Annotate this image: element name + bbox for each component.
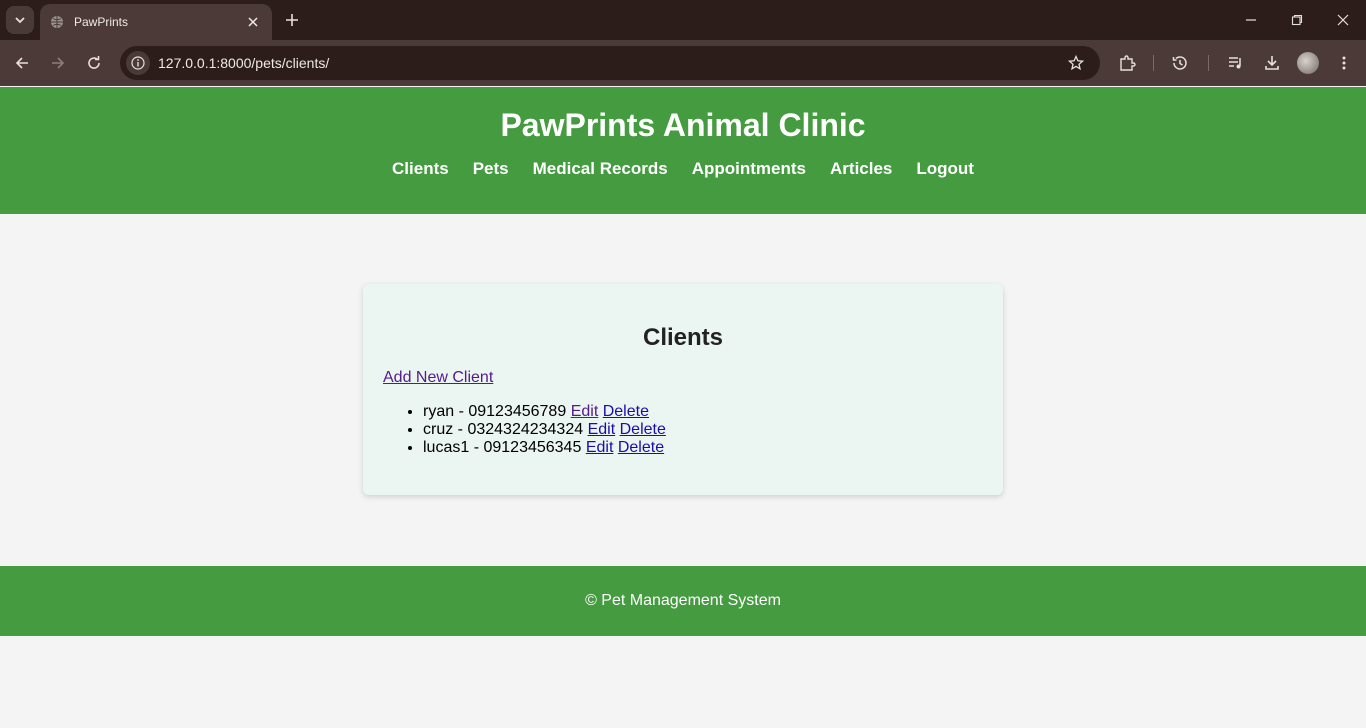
star-icon [1068,55,1084,71]
nav-link-medical-records[interactable]: Medical Records [533,159,668,179]
list-item: ryan - 09123456789 Edit Delete [423,403,983,421]
new-tab-button[interactable] [280,8,304,32]
downloads-button[interactable] [1258,49,1286,77]
footer-text: © Pet Management System [585,592,781,609]
arrow-left-icon [15,57,28,69]
main-nav: Clients Pets Medical Records Appointment… [0,159,1366,179]
site-info-button[interactable] [126,51,150,75]
edit-client-link[interactable]: Edit [571,403,599,420]
toolbar-divider [1208,55,1209,71]
playlist-music-icon [1229,57,1241,69]
delete-client-link[interactable]: Delete [603,403,649,420]
globe-icon [51,16,63,28]
profile-avatar[interactable] [1297,52,1319,74]
arrow-right-icon [52,57,65,69]
clients-card: Clients Add New Client ryan - 0912345678… [363,284,1003,495]
list-item: cruz - 0324324234324 Edit Delete [423,421,983,439]
media-control-button[interactable] [1222,49,1250,77]
minimize-button[interactable] [1228,0,1274,40]
download-icon [1265,56,1279,70]
edit-client-link[interactable]: Edit [588,421,616,438]
history-icon [1172,56,1187,70]
list-item: lucas1 - 09123456345 Edit Delete [423,439,983,457]
plus-icon [286,14,298,26]
site-header: PawPrints Animal Clinic Clients Pets Med… [0,87,1366,214]
browser-tab[interactable]: PawPrints [40,4,272,40]
nav-link-pets[interactable]: Pets [473,159,509,179]
delete-client-link[interactable]: Delete [618,439,664,456]
close-window-button[interactable] [1320,0,1366,40]
nav-link-articles[interactable]: Articles [830,159,892,179]
browser-tab-strip: PawPrints [0,0,1366,40]
client-info: lucas1 - 09123456345 [423,439,582,456]
restore-button[interactable] [1274,0,1320,40]
tab-title: PawPrints [74,15,129,29]
client-info: ryan - 09123456789 [423,403,567,420]
url-text: 127.0.0.1:8000/pets/clients/ [158,55,330,71]
reload-icon [88,56,100,69]
browser-menu-button[interactable] [1330,49,1358,77]
minimize-icon [1246,19,1256,21]
page-title: Clients [642,324,723,351]
browser-toolbar: 127.0.0.1:8000/pets/clients/ [0,40,1366,86]
edit-client-link[interactable]: Edit [586,439,614,456]
chevron-down-icon [15,17,25,24]
client-list: ryan - 09123456789 Edit Delete cruz - 03… [383,403,983,457]
forward-button[interactable] [44,49,72,77]
puzzle-icon [1120,55,1136,71]
more-vertical-icon [1342,56,1346,70]
add-new-client-link[interactable]: Add New Client [383,369,493,387]
site-title: PawPrints Animal Clinic [500,107,866,143]
nav-link-logout[interactable]: Logout [916,159,974,179]
reload-button[interactable] [80,49,108,77]
toolbar-divider [1153,55,1154,71]
nav-link-appointments[interactable]: Appointments [692,159,806,179]
info-icon [131,56,145,70]
close-icon [1337,14,1349,26]
restore-icon [1291,14,1303,26]
site-footer: © Pet Management System [0,566,1366,636]
history-button[interactable] [1166,49,1194,77]
address-bar[interactable]: 127.0.0.1:8000/pets/clients/ [120,46,1100,80]
close-tab-button[interactable] [244,13,262,31]
bookmark-button[interactable] [1062,49,1090,77]
nav-link-clients[interactable]: Clients [392,159,449,179]
client-info: cruz - 0324324234324 [423,421,584,438]
back-button[interactable] [8,49,36,77]
close-icon [248,17,258,27]
tab-search-button[interactable] [6,6,34,34]
delete-client-link[interactable]: Delete [620,421,666,438]
extensions-button[interactable] [1113,49,1141,77]
